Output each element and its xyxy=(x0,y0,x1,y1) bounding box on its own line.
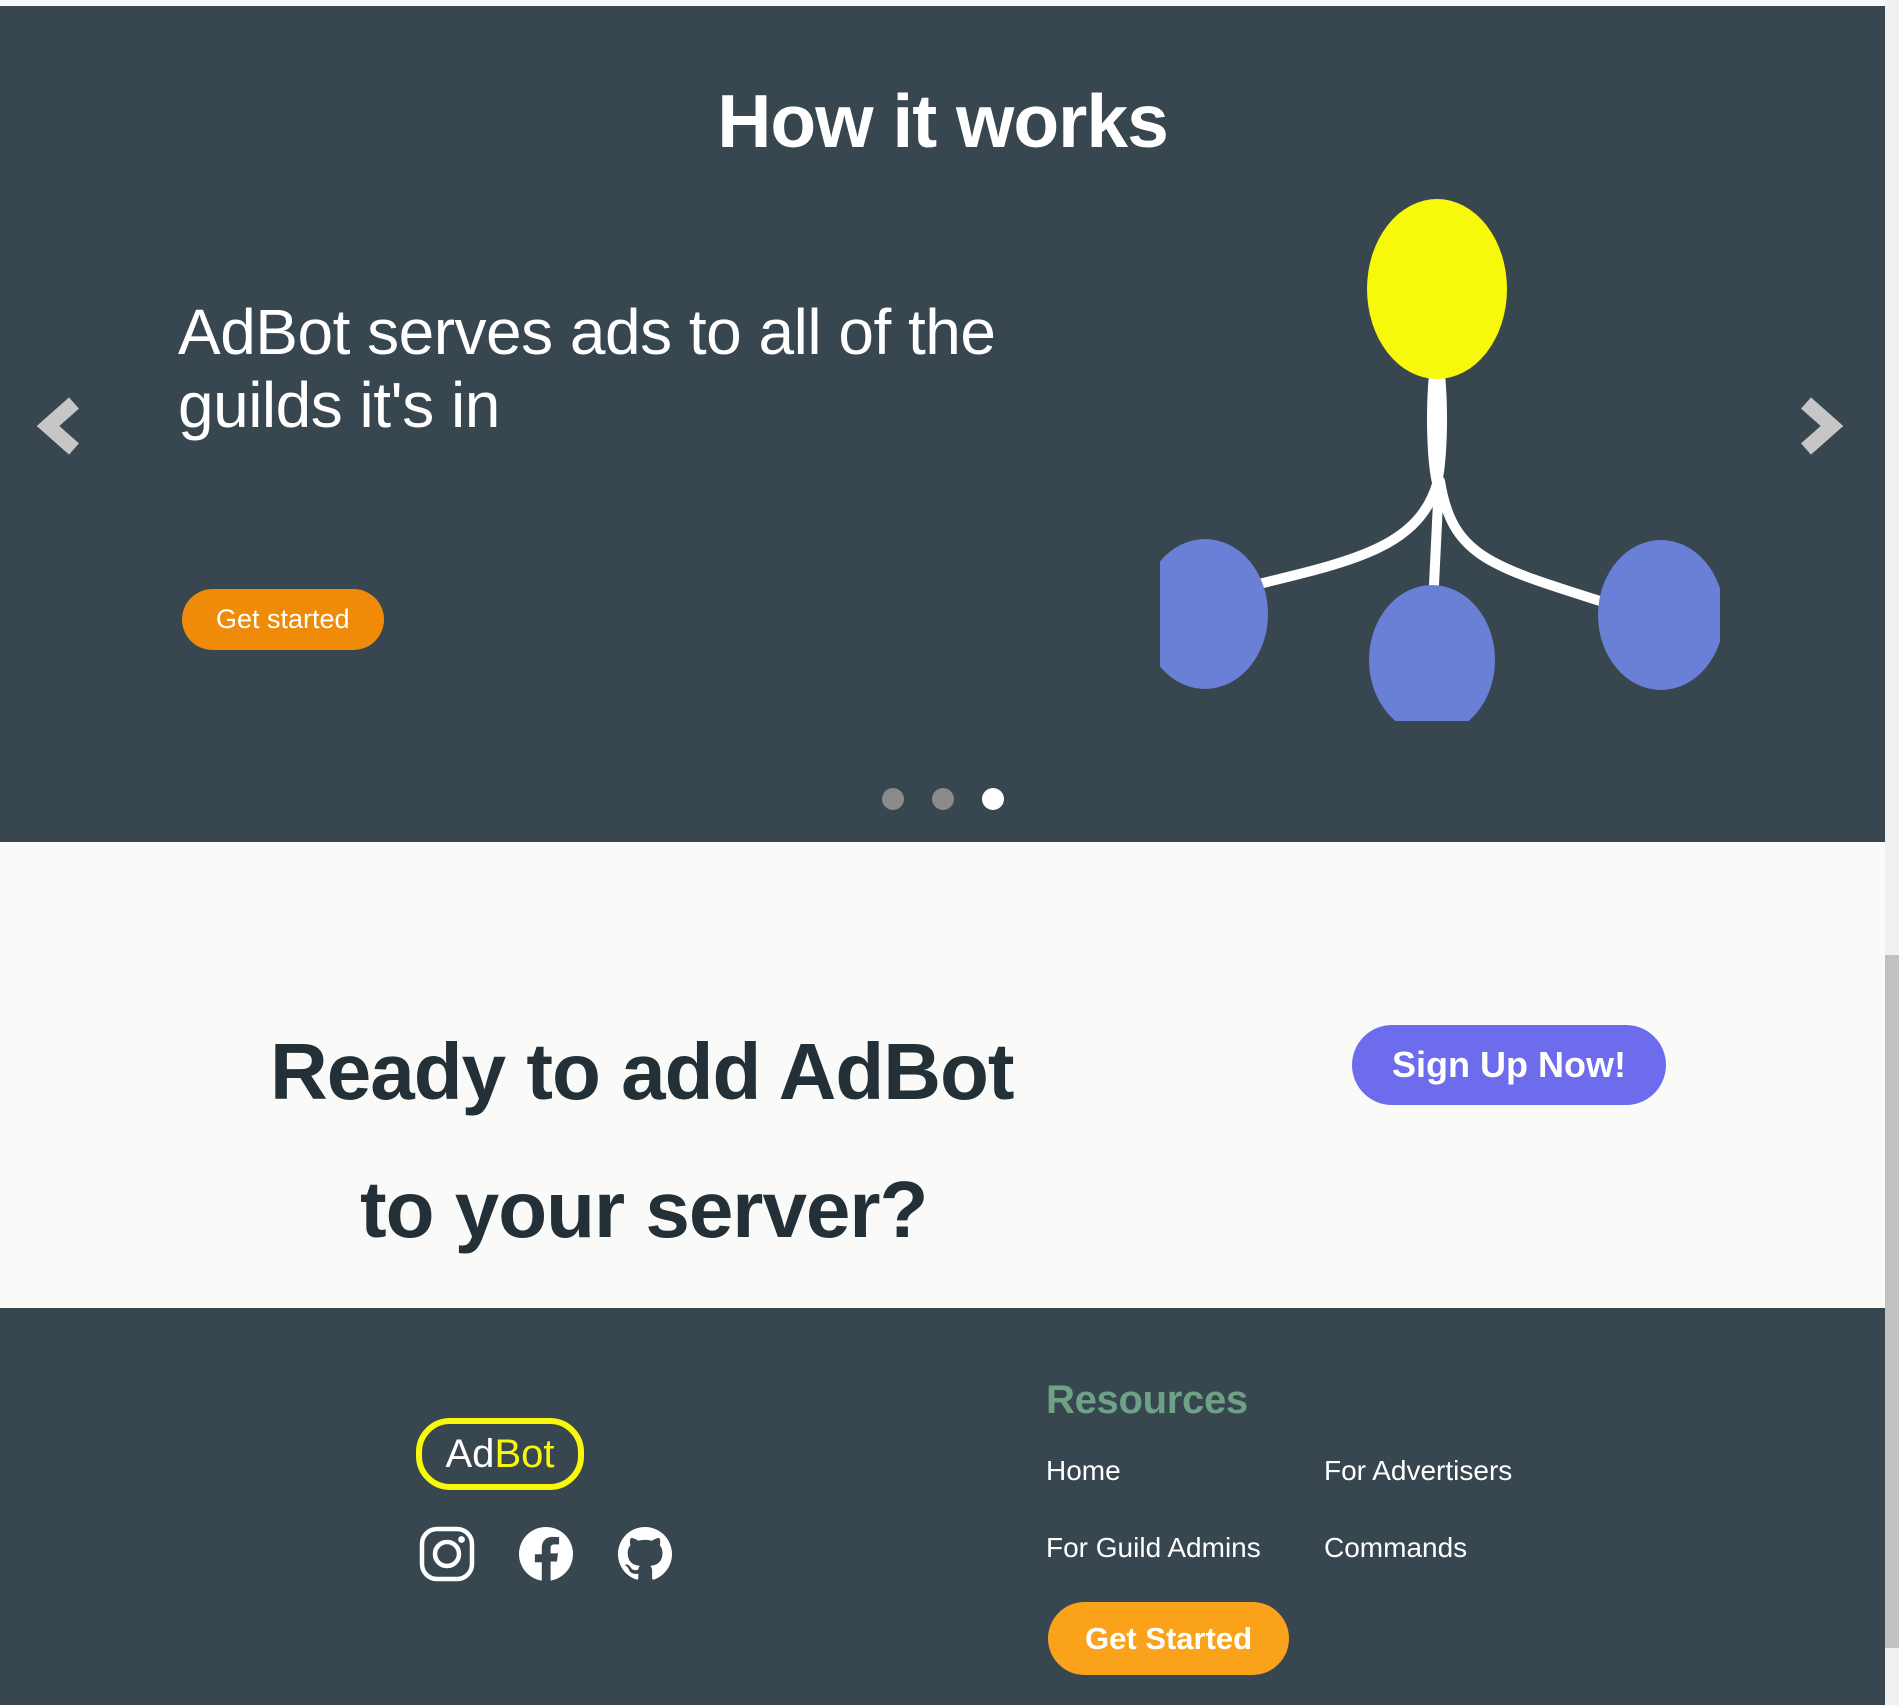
guild-node-3 xyxy=(1598,540,1720,690)
cta-heading: Ready to add AdBot to your server? xyxy=(270,1003,1230,1278)
footer-link-for-advertisers[interactable]: For Advertisers xyxy=(1324,1455,1604,1487)
cta-heading-line2: to your server? xyxy=(360,1164,928,1254)
carousel-slide-text: AdBot serves ads to all of the guilds it… xyxy=(178,296,996,441)
footer-get-started-button[interactable]: Get Started xyxy=(1048,1602,1290,1675)
cta-heading-line1: Ready to add AdBot xyxy=(270,1027,1014,1117)
carousel-next-button[interactable] xyxy=(1782,391,1852,461)
sign-up-now-button[interactable]: Sign Up Now! xyxy=(1352,1025,1666,1105)
resources-row-1: Home For Advertisers xyxy=(1046,1455,1606,1487)
hub-node xyxy=(1367,199,1507,379)
carousel-dot-3[interactable] xyxy=(981,788,1004,810)
get-started-button[interactable]: Get started xyxy=(182,589,384,650)
carousel-dot-2[interactable] xyxy=(931,788,954,810)
guild-node-1 xyxy=(1160,539,1268,689)
facebook-icon[interactable] xyxy=(517,1525,575,1583)
carousel-dot-1[interactable] xyxy=(881,788,904,810)
resources-heading: Resources xyxy=(1046,1378,1248,1422)
footer-link-home[interactable]: Home xyxy=(1046,1455,1324,1487)
resources-row-2: For Guild Admins Commands xyxy=(1046,1532,1606,1564)
guild-node-2 xyxy=(1369,585,1495,721)
page-root: How it works AdBot serves ads to all of … xyxy=(0,0,1899,1705)
resources-cell: Home xyxy=(1046,1455,1324,1487)
vertical-scrollbar-thumb[interactable] xyxy=(1885,955,1899,1648)
resources-links: Home For Advertisers For Guild Admins Co… xyxy=(1046,1455,1606,1609)
carousel-slide: AdBot serves ads to all of the guilds it… xyxy=(0,6,1885,842)
browser-viewport: How it works AdBot serves ads to all of … xyxy=(0,0,1885,1705)
adbot-logo[interactable]: Ad Bot xyxy=(416,1418,584,1490)
resources-cell: For Guild Admins xyxy=(1046,1532,1324,1564)
resources-cell: Commands xyxy=(1324,1532,1604,1564)
github-icon[interactable] xyxy=(616,1525,674,1583)
how-it-works-section: How it works AdBot serves ads to all of … xyxy=(0,6,1885,842)
instagram-icon[interactable] xyxy=(418,1525,476,1583)
social-links xyxy=(418,1525,674,1583)
carousel-dots xyxy=(0,788,1885,810)
footer-link-commands[interactable]: Commands xyxy=(1324,1532,1604,1564)
resources-cell: For Advertisers xyxy=(1324,1455,1604,1487)
carousel-prev-button[interactable] xyxy=(28,391,98,461)
logo-text-bot: Bot xyxy=(494,1431,555,1476)
logo-text-ad: Ad xyxy=(445,1431,495,1476)
adbot-guilds-diagram xyxy=(1160,181,1720,721)
footer-link-for-guild-admins[interactable]: For Guild Admins xyxy=(1046,1532,1324,1564)
